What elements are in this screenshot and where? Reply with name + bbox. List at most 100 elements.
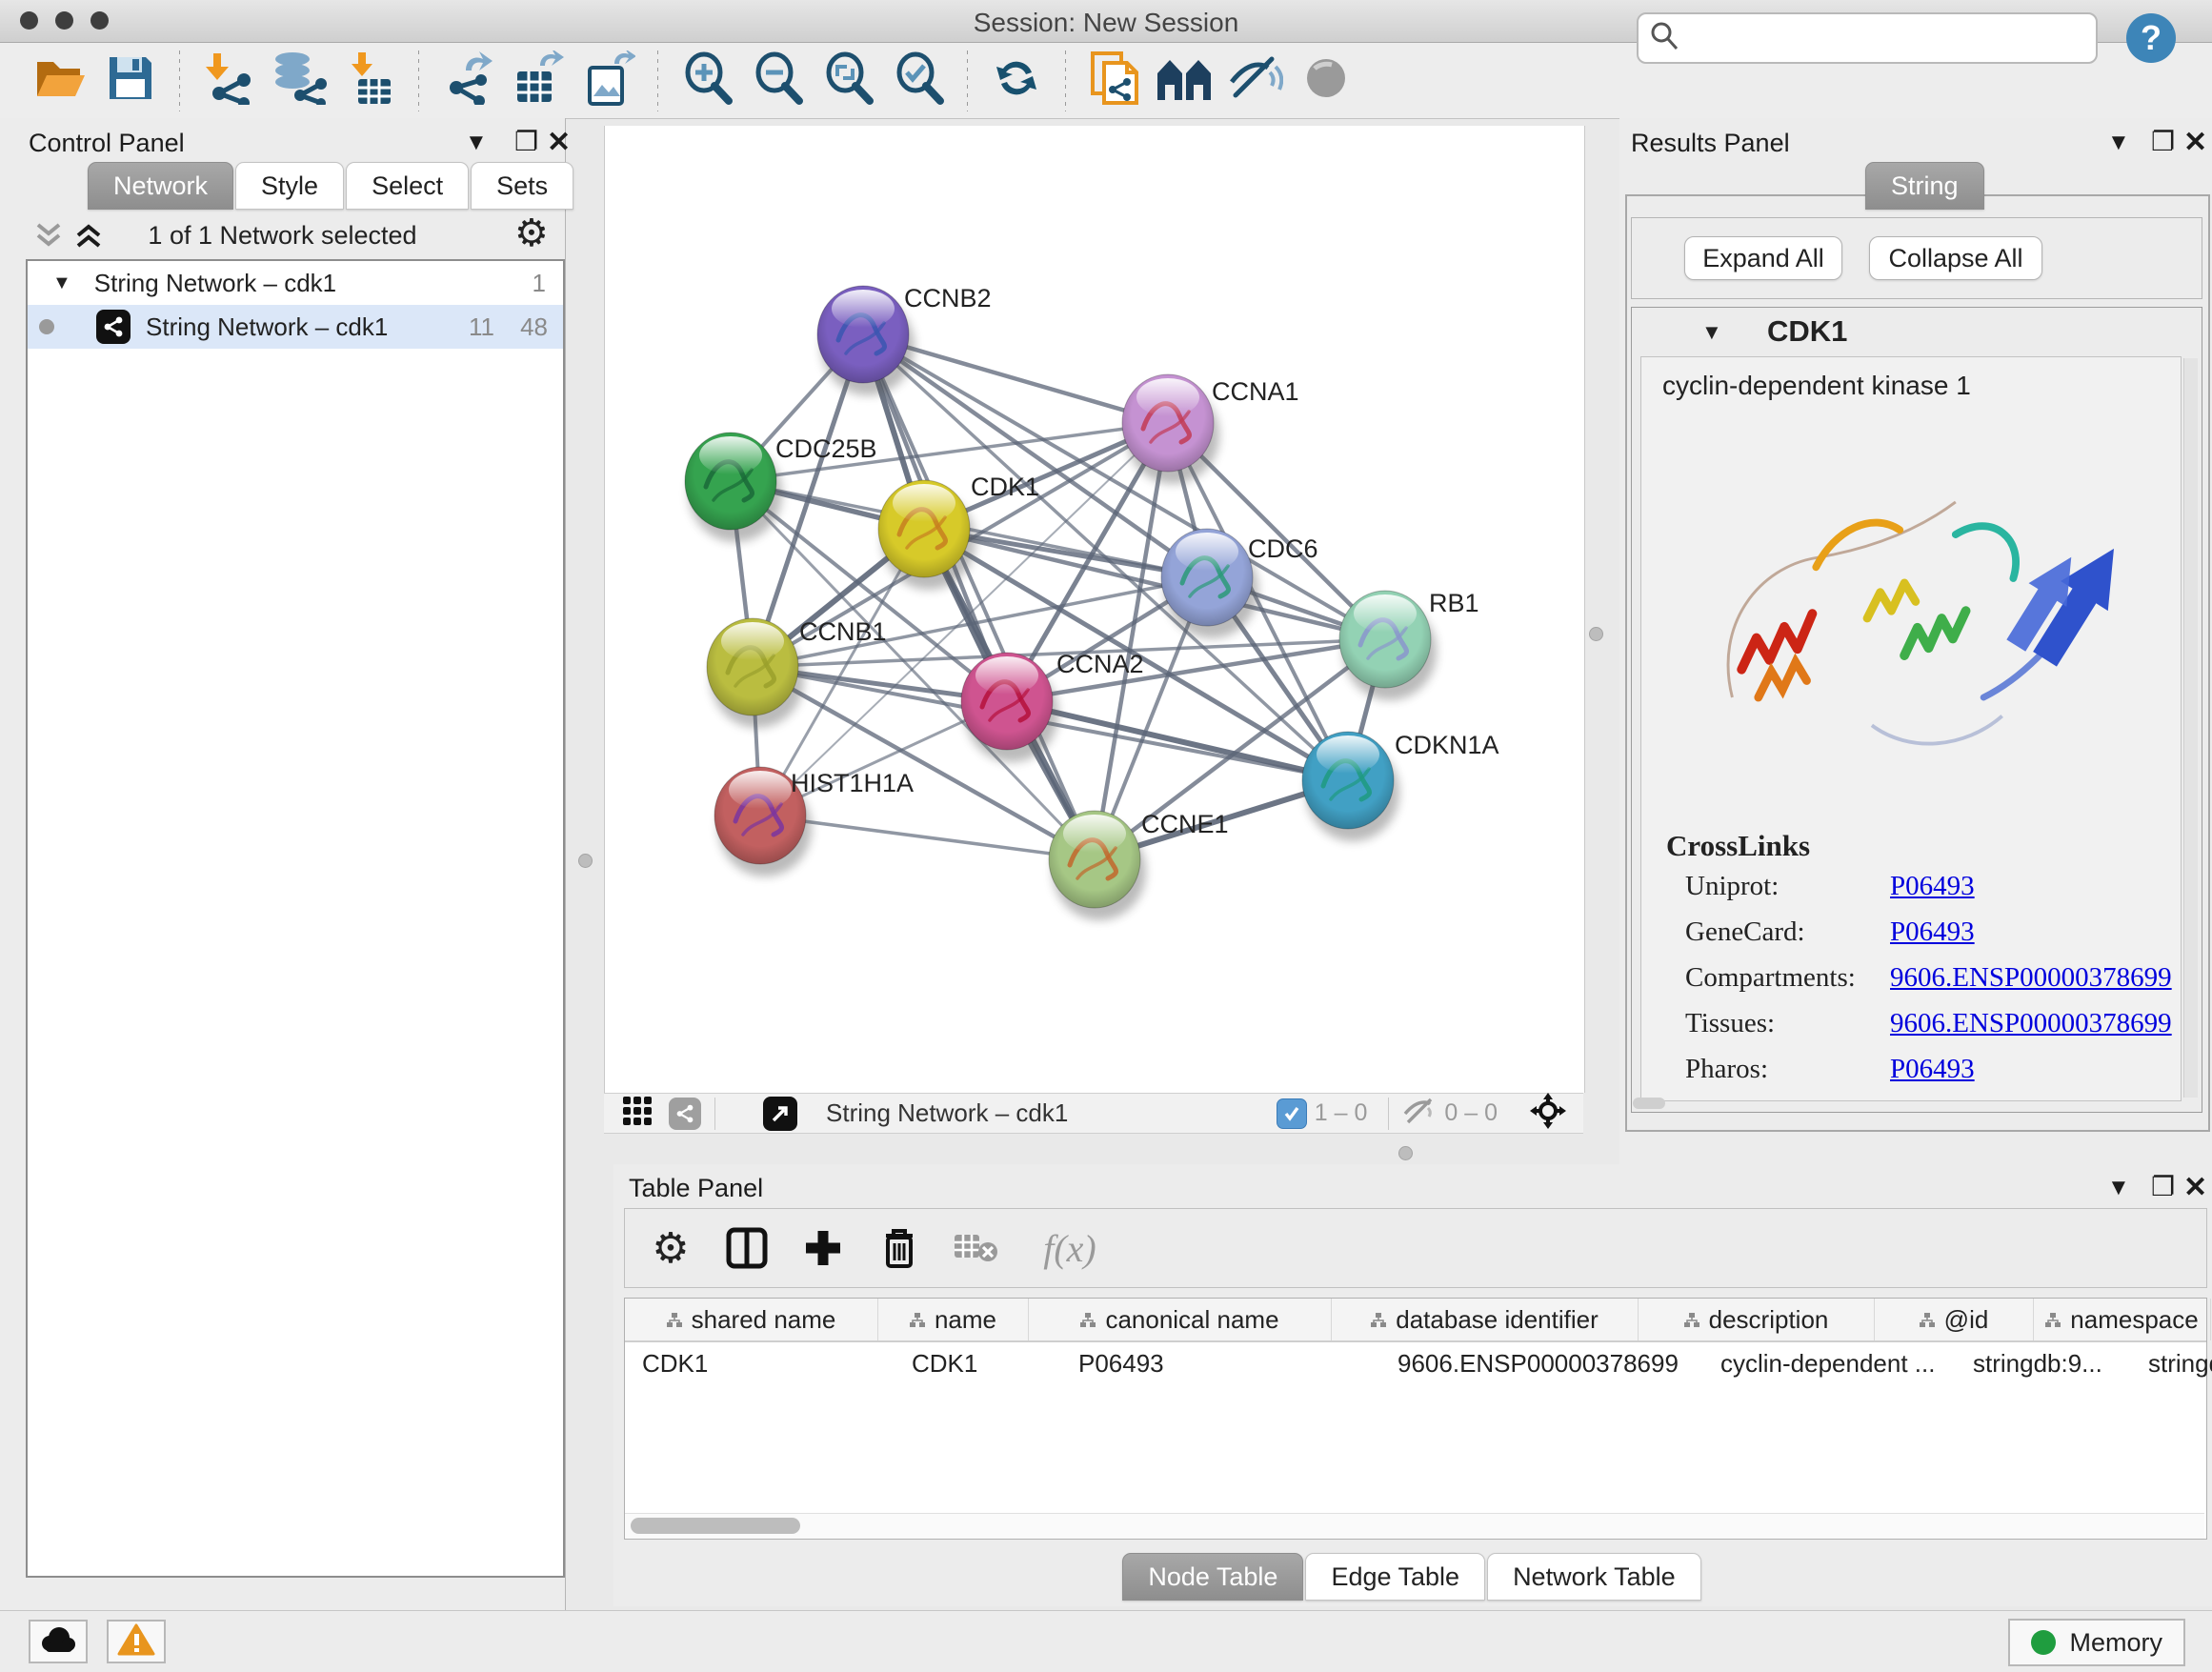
clone-network-button[interactable] xyxy=(1088,54,1141,108)
table-cell[interactable]: CDK1 xyxy=(895,1342,1061,1384)
help-button[interactable]: ? xyxy=(2126,13,2176,63)
crosslink-value-link[interactable]: 9606.ENSP00000378699 xyxy=(1890,1008,2172,1039)
zoom-out-icon xyxy=(752,51,803,110)
node-CDK1[interactable] xyxy=(878,480,975,590)
section-collapse-arrow-icon[interactable]: ▼ xyxy=(1701,320,1722,345)
search-input[interactable] xyxy=(1690,23,2096,54)
warnings-button[interactable] xyxy=(107,1620,166,1663)
tab-style[interactable]: Style xyxy=(235,162,344,210)
zoom-fit-button[interactable] xyxy=(821,54,875,108)
crosslink-value-link[interactable]: P06493 xyxy=(1890,1054,1975,1085)
table-cell[interactable]: P06493 xyxy=(1061,1342,1380,1384)
panel-menu-arrow-icon[interactable]: ▼ xyxy=(2107,130,2130,156)
import-network-database-button[interactable] xyxy=(272,54,326,108)
zoom-selected-button[interactable] xyxy=(892,54,945,108)
crosslink-value-link[interactable]: 9606.ENSP00000378699 xyxy=(1890,962,2172,994)
column-header--id[interactable]: @id xyxy=(1875,1299,2034,1340)
show-graphics-details-button[interactable] xyxy=(1299,54,1353,108)
tab-select[interactable]: Select xyxy=(346,162,469,210)
node-CCNA2[interactable] xyxy=(961,653,1058,762)
table-cell[interactable]: stringdb xyxy=(2131,1342,2212,1384)
results-horizontal-scrollbar[interactable] xyxy=(1633,1098,1665,1109)
table-row[interactable]: CDK1CDK1P064939606.ENSP00000378699cyclin… xyxy=(625,1342,2206,1384)
node-CCNE1[interactable] xyxy=(1049,811,1146,920)
table-horizontal-scrollbar[interactable] xyxy=(625,1513,2204,1539)
panel-close-icon[interactable]: ✕ xyxy=(2183,1171,2207,1204)
table-tabs: Node TableEdge TableNetwork Table xyxy=(613,1553,2212,1601)
column-header-namespace[interactable]: namespace xyxy=(2034,1299,2211,1340)
panel-menu-arrow-icon[interactable]: ▼ xyxy=(465,130,488,156)
gene-name: CDK1 xyxy=(1767,314,1847,349)
column-type-icon xyxy=(1920,1313,1935,1327)
zoom-out-button[interactable] xyxy=(751,54,804,108)
create-column-plus-icon[interactable] xyxy=(800,1225,846,1271)
table-cell[interactable]: CDK1 xyxy=(625,1342,895,1384)
panel-float-icon[interactable]: ❐ xyxy=(2151,1171,2175,1202)
tab-edge-table[interactable]: Edge Table xyxy=(1305,1553,1485,1601)
table-settings-gear-icon[interactable]: ⚙ xyxy=(648,1225,694,1271)
birdseye-crosshair-icon[interactable] xyxy=(1530,1093,1566,1134)
column-header-database-identifier[interactable]: database identifier xyxy=(1332,1299,1639,1340)
save-session-button[interactable] xyxy=(104,54,157,108)
function-builder-icon[interactable]: f(x) xyxy=(1029,1225,1111,1271)
left-splitter-handle[interactable] xyxy=(578,854,593,868)
detach-view-icon[interactable] xyxy=(763,1097,797,1131)
network-row[interactable]: String Network – cdk1 11 48 xyxy=(28,305,563,349)
results-vertical-scrollbar[interactable] xyxy=(2183,358,2198,1098)
tab-sets[interactable]: Sets xyxy=(471,162,573,210)
grid-view-icon[interactable] xyxy=(623,1097,652,1130)
memory-button[interactable]: Memory xyxy=(2008,1619,2185,1666)
share-view-icon[interactable] xyxy=(669,1098,701,1130)
scrollbar-thumb[interactable] xyxy=(631,1518,800,1534)
export-table-button[interactable] xyxy=(512,54,565,108)
network-collection-row[interactable]: ▼ String Network – cdk1 1 xyxy=(28,261,563,305)
panel-float-icon[interactable]: ❐ xyxy=(2151,126,2175,157)
panel-close-icon[interactable]: ✕ xyxy=(547,126,571,159)
tree-expand-arrow-icon[interactable]: ▼ xyxy=(52,272,71,294)
column-header-canonical-name[interactable]: canonical name xyxy=(1029,1299,1332,1340)
toolbar-separator xyxy=(657,50,658,111)
table-cell[interactable]: cyclin-dependent ... xyxy=(1703,1342,1956,1384)
crosslink-value-link[interactable]: P06493 xyxy=(1890,917,1975,948)
panel-menu-arrow-icon[interactable]: ▼ xyxy=(2107,1175,2130,1201)
zoom-in-button[interactable] xyxy=(680,54,734,108)
hidden-eye-slash-icon[interactable] xyxy=(1402,1097,1437,1130)
bottom-splitter-handle[interactable] xyxy=(1398,1146,1413,1160)
right-splitter-handle[interactable] xyxy=(1589,627,1603,641)
tab-node-table[interactable]: Node Table xyxy=(1122,1553,1303,1601)
column-header-description[interactable]: description xyxy=(1639,1299,1875,1340)
node-CDKN1A[interactable] xyxy=(1302,732,1399,841)
hide-graphics-details-button[interactable] xyxy=(1229,54,1282,108)
tab-network-table[interactable]: Network Table xyxy=(1487,1553,1701,1601)
table-cell[interactable]: 9606.ENSP00000378699 xyxy=(1380,1342,1703,1384)
search-box[interactable] xyxy=(1637,12,2098,64)
delete-column-trash-icon[interactable] xyxy=(876,1225,922,1271)
open-session-button[interactable] xyxy=(33,54,87,108)
expand-all-button[interactable]: Expand All xyxy=(1684,236,1842,280)
gear-icon[interactable]: ⚙ xyxy=(514,212,549,255)
export-network-button[interactable] xyxy=(441,54,494,108)
crosslink-value-link[interactable]: P06493 xyxy=(1890,871,1975,902)
apply-layout-button[interactable] xyxy=(990,54,1043,108)
cloud-status-button[interactable] xyxy=(29,1620,88,1663)
export-image-button[interactable] xyxy=(582,54,635,108)
table-cell[interactable]: stringdb:9... xyxy=(1956,1342,2131,1384)
tab-string[interactable]: String xyxy=(1865,162,1984,210)
node-CDC25B[interactable] xyxy=(685,433,782,542)
delete-table-icon[interactable] xyxy=(953,1225,998,1271)
show-columns-icon[interactable] xyxy=(724,1225,770,1271)
import-table-button[interactable] xyxy=(343,54,396,108)
import-network-file-button[interactable] xyxy=(202,54,255,108)
node-CCNB2[interactable] xyxy=(817,286,915,395)
node-CCNA1[interactable] xyxy=(1122,374,1219,484)
tab-network[interactable]: Network xyxy=(88,162,233,210)
panel-close-icon[interactable]: ✕ xyxy=(2183,126,2207,159)
column-header-shared-name[interactable]: shared name xyxy=(625,1299,878,1340)
column-header-name[interactable]: name xyxy=(878,1299,1029,1340)
network-canvas[interactable]: CCNB2CCNA1CDC25BCDK1CDC6RB1CCNB1CCNA2CDK… xyxy=(604,126,1585,1093)
network-overview-button[interactable] xyxy=(1158,54,1212,108)
selected-checkbox-icon[interactable] xyxy=(1277,1098,1307,1129)
panel-float-icon[interactable]: ❐ xyxy=(514,126,538,157)
node-RB1[interactable] xyxy=(1339,591,1437,700)
collapse-all-button[interactable]: Collapse All xyxy=(1869,236,2042,280)
